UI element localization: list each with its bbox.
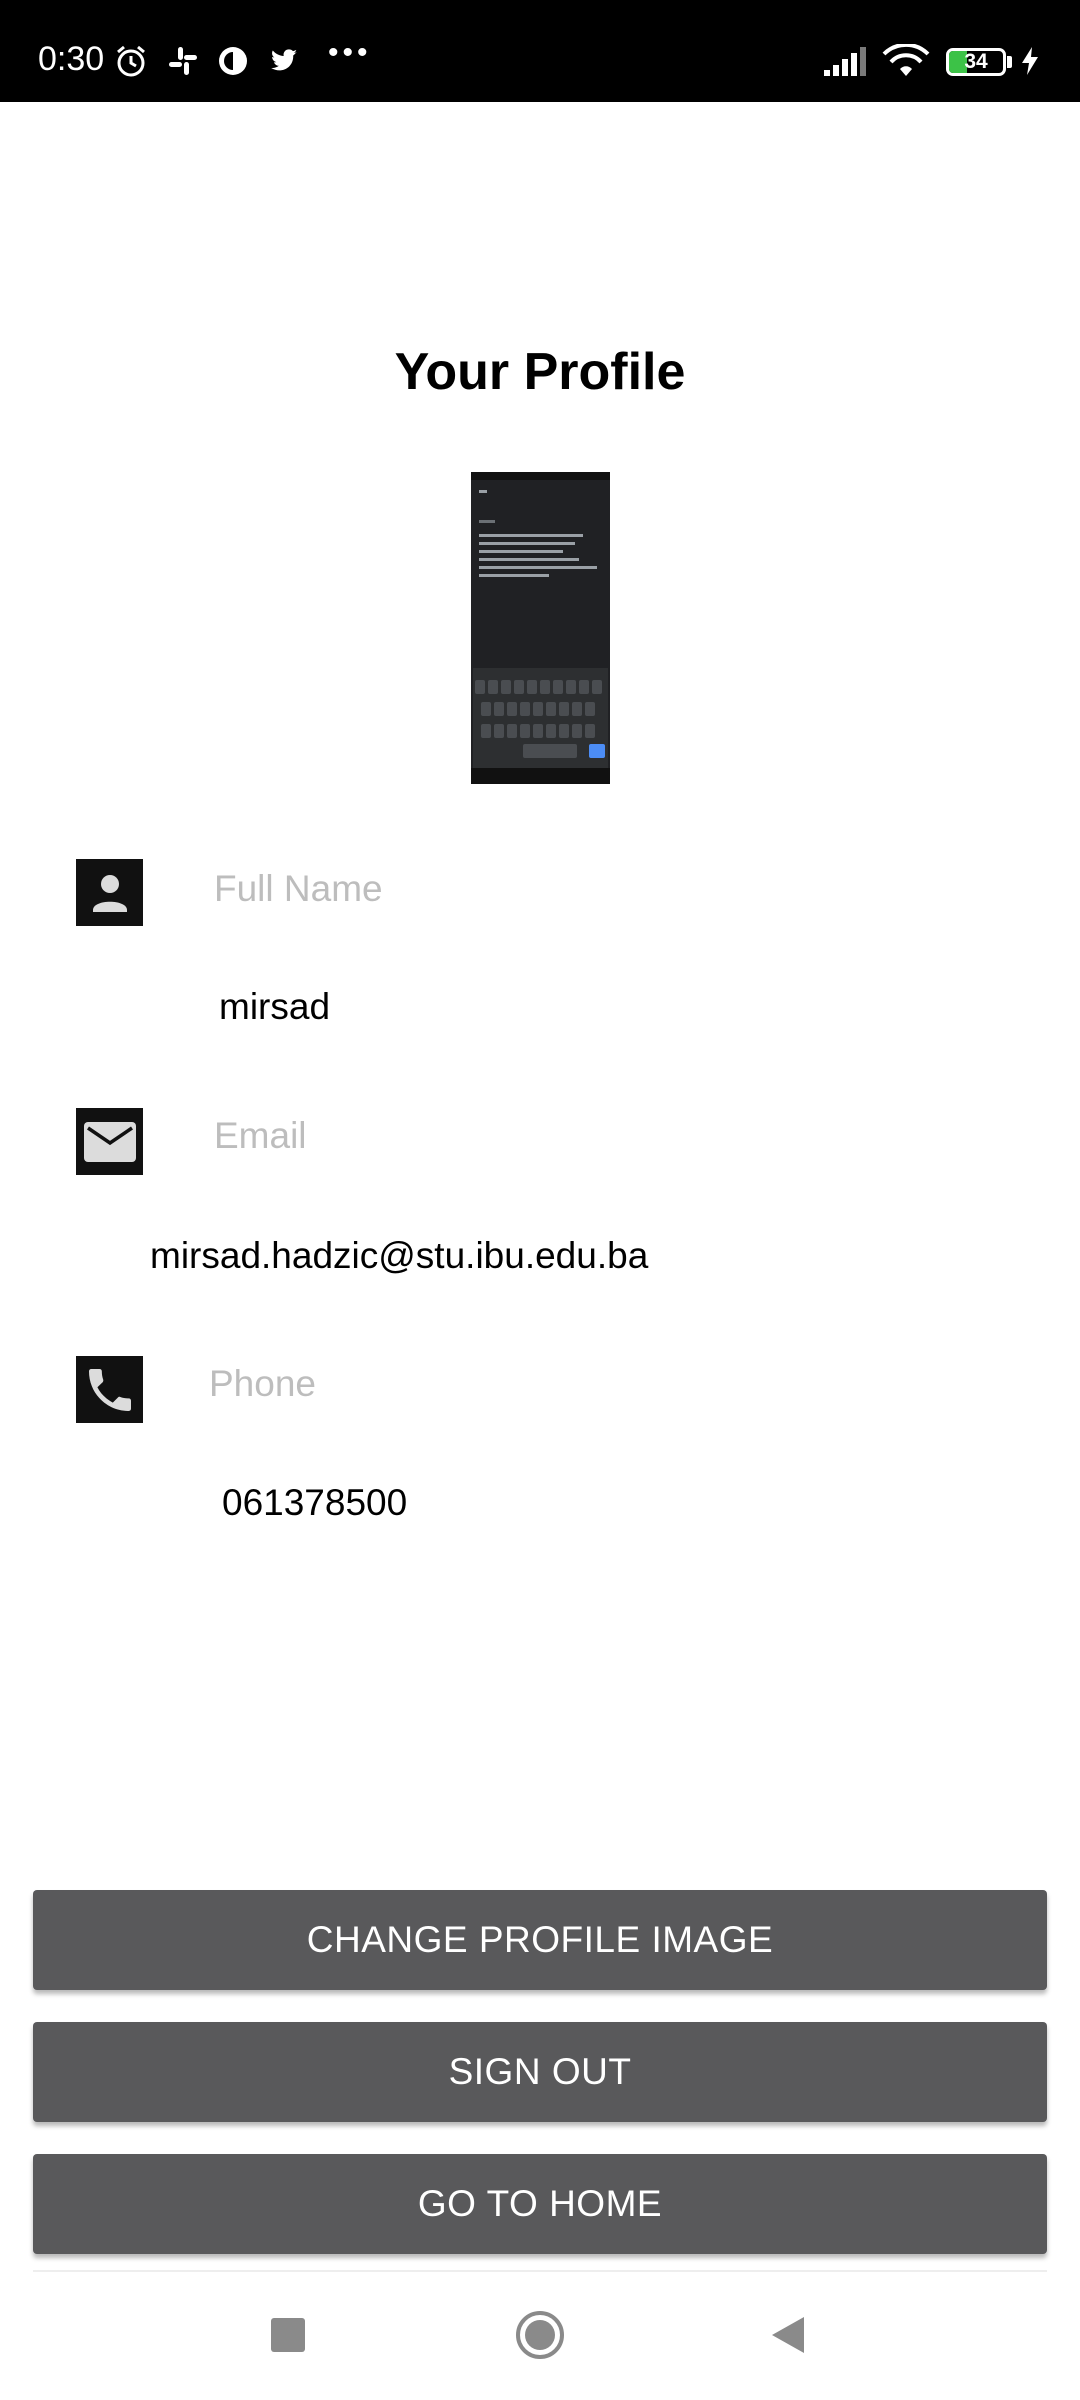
email-value: mirsad.hadzic@stu.ibu.edu.ba (150, 1235, 649, 1276)
back-nav-button[interactable] (768, 2314, 808, 2356)
battery-tip (1007, 56, 1012, 68)
person-icon (76, 859, 143, 926)
phone-value: 061378500 (222, 1482, 408, 1523)
slack-icon (169, 47, 197, 75)
phone-icon (76, 1356, 143, 1423)
signal-icon (824, 47, 866, 76)
phone-label: Phone (209, 1363, 316, 1404)
battery-icon: 34 (946, 48, 1006, 76)
twitter-icon (271, 49, 297, 71)
battery-level-text: 34 (964, 50, 988, 73)
recents-button[interactable] (271, 2318, 305, 2352)
status-time: 0:30 (38, 40, 105, 78)
full-name-value: mirsad (219, 986, 331, 1027)
app-icon (219, 47, 247, 75)
more-dots-icon: ••• (328, 36, 372, 69)
profile-image (471, 472, 610, 784)
charging-icon (1022, 47, 1038, 75)
go-to-home-button[interactable]: GO TO HOME (33, 2154, 1047, 2254)
change-profile-image-button[interactable]: CHANGE PROFILE IMAGE (33, 1890, 1047, 1990)
alarm-icon (117, 45, 145, 77)
sign-out-button[interactable]: SIGN OUT (33, 2022, 1047, 2122)
full-name-label: Full Name (214, 868, 383, 909)
home-nav-button[interactable] (515, 2310, 565, 2360)
page-title: Your Profile (394, 343, 686, 401)
mail-icon (76, 1108, 143, 1175)
status-bar: 0:30 ••• 34 (0, 0, 1080, 102)
nav-divider (33, 2270, 1047, 2272)
wifi-icon (882, 44, 930, 76)
email-label: Email (214, 1115, 307, 1156)
